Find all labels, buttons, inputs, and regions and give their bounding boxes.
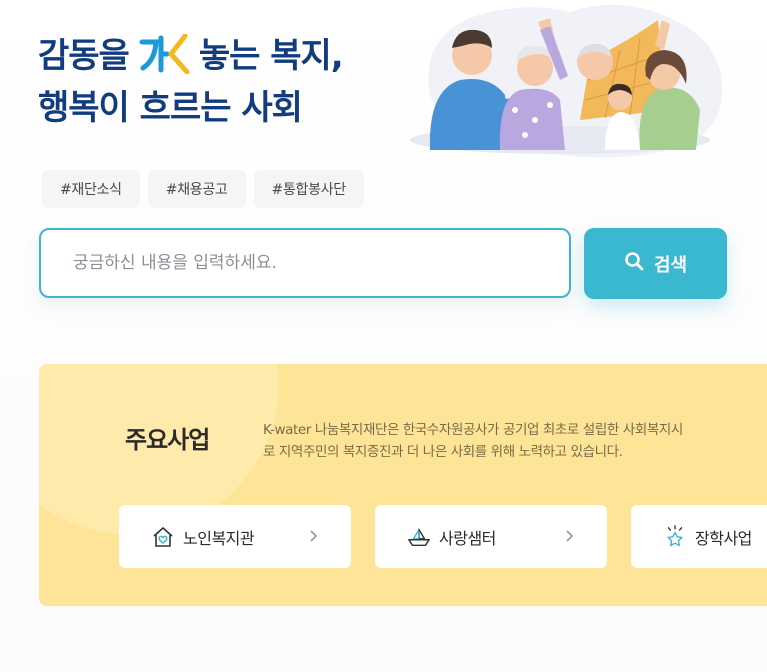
hero-headline: 감동을 놓는 복지, 행복이 흐르는 사회 [38,30,344,134]
search-input[interactable] [39,228,571,298]
card-label: 노인복지관 [183,528,255,548]
hero-line1-before: 감동을 [38,36,130,76]
tag-foundation-news[interactable]: #재단소식 [42,170,140,208]
family-illustration [400,0,730,158]
description-line-2: 로 지역주민의 복지증진과 더 나은 사회를 위해 노력하고 있습니다. [263,444,623,460]
star-icon [663,524,687,549]
chevron-right-icon [307,527,321,545]
main-business-title: 주요사업 [125,426,210,454]
hero-line2: 행복이 흐르는 사회 [38,88,303,128]
main-business-panel: 주요사업 K-water 나눔복지재단은 한국수자원공사가 공기업 최초로 설립… [39,364,767,606]
card-label: 장학사업 [695,528,752,548]
hashtag-list: #재단소식 #채용공고 #통합봉사단 [42,170,364,208]
description-line-1: K-water 나눔복지재단은 한국수자원공사가 공기업 최초로 설립한 사회복… [263,422,683,438]
search-button-label: 검색 [653,254,688,276]
page: 감동을 놓는 복지, 행복이 흐르는 사회 #재단소식 #채용공고 #통합봉사단… [0,0,767,672]
business-card-love-spring[interactable]: 사랑샘터 [375,505,607,568]
hero-line-2: 행복이 흐르는 사회 [38,82,343,134]
boat-icon [407,525,431,549]
business-card-senior-center[interactable]: 노인복지관 [119,505,351,568]
hero-line1-after: 놓는 복지, [198,36,344,76]
card-label: 사랑샘터 [439,528,496,548]
search-icon [624,251,644,276]
hero-line-1: 감동을 놓는 복지, [38,30,344,82]
business-card-list: 노인복지관 사랑샘터 장학사업 [119,505,767,568]
kwater-logo [139,33,193,75]
tag-recruitment[interactable]: #채용공고 [147,170,246,208]
tag-volunteer-group[interactable]: #통합봉사단 [253,170,364,208]
search-button[interactable]: 검색 [584,228,727,299]
chevron-right-icon [563,527,577,545]
business-card-scholarship[interactable]: 장학사업 [631,505,767,568]
house-heart-icon [151,525,175,549]
main-business-description: K-water 나눔복지재단은 한국수자원공사가 공기업 최초로 설립한 사회복… [263,419,767,463]
